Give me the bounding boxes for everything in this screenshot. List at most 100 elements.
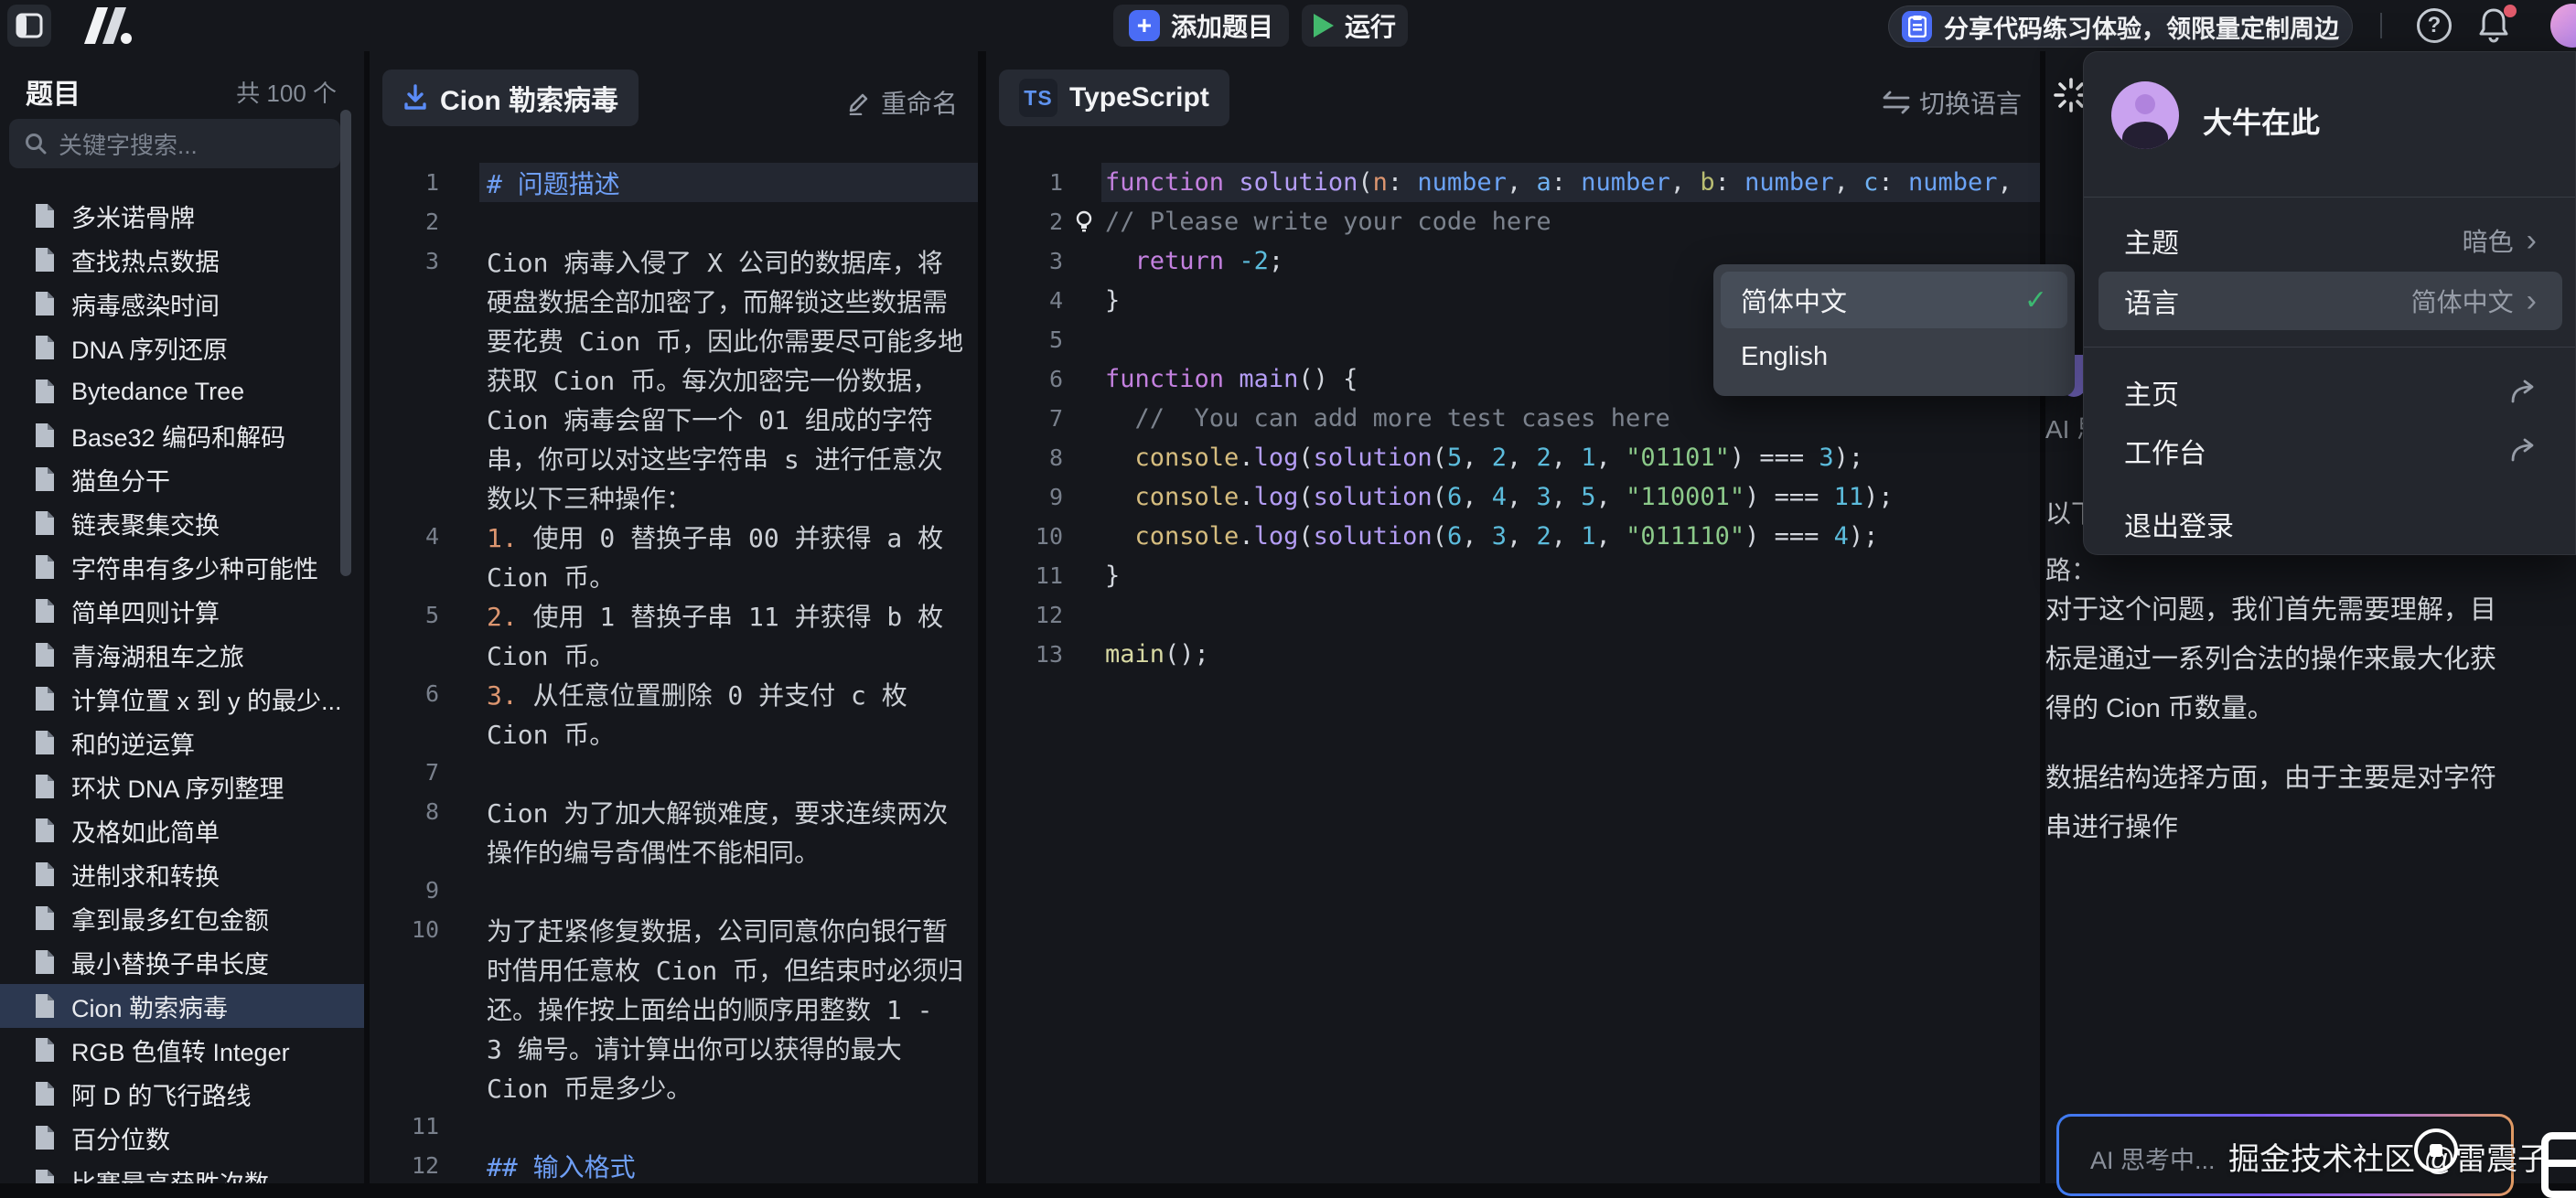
add-problem-button[interactable]: + 添加题目 bbox=[1113, 5, 1289, 47]
sidebar-item[interactable]: RGB 色值转 Integer bbox=[0, 1028, 364, 1072]
line-content: } bbox=[1105, 562, 1120, 590]
sidebar-item[interactable]: 比赛最高获胜次数 bbox=[0, 1160, 364, 1183]
sidebar-scrollbar[interactable] bbox=[340, 110, 351, 576]
sidebar-item[interactable]: 链表聚集交换 bbox=[0, 501, 364, 545]
editor-line[interactable]: 9 console.log(solution(6, 4, 3, 5, "1100… bbox=[986, 477, 2040, 517]
editor-line[interactable]: Cion 币。 bbox=[370, 635, 978, 674]
sidebar-item[interactable]: 多米诺骨牌 bbox=[0, 194, 364, 238]
swap-arrows-icon bbox=[1883, 91, 1910, 114]
sidebar-item[interactable]: DNA 序列还原 bbox=[0, 326, 364, 369]
editor-line[interactable]: 12 bbox=[986, 595, 2040, 635]
search-input[interactable]: 关键字搜索... bbox=[9, 119, 340, 168]
dropdown-option[interactable]: English bbox=[1721, 328, 2067, 385]
sidebar-item[interactable]: 百分位数 bbox=[0, 1116, 364, 1160]
editor-line[interactable]: Cion 币。 bbox=[370, 556, 978, 595]
problem-editor-panel: Cion 勒索病毒 重命名 1# 问题描述23Cion 病毒入侵了 X 公司的数… bbox=[370, 51, 978, 1183]
editor-line[interactable]: 10 console.log(solution(6, 3, 2, 1, "011… bbox=[986, 517, 2040, 556]
sidebar-item[interactable]: 环状 DNA 序列整理 bbox=[0, 765, 364, 808]
switch-language-button[interactable]: 切换语言 bbox=[1883, 84, 2022, 121]
editor-line[interactable]: 8Cion 为了加大解锁难度，要求连续两次 bbox=[370, 792, 978, 831]
menu-item-home[interactable]: 主页 bbox=[2098, 365, 2562, 420]
editor-line[interactable]: 11 bbox=[370, 1107, 978, 1146]
line-content: console.log(solution(5, 2, 2, 1, "01101"… bbox=[1105, 444, 1863, 472]
line-number: 9 bbox=[370, 877, 439, 904]
sidebar-item[interactable]: 和的逆运算 bbox=[0, 721, 364, 765]
problem-editor-body[interactable]: 1# 问题描述23Cion 病毒入侵了 X 公司的数据库，将硬盘数据全部加密了，… bbox=[370, 163, 978, 1183]
line-content: 2. 使用 1 替换子串 11 并获得 b 枚 bbox=[487, 597, 943, 634]
editor-line[interactable]: Cion 币。 bbox=[370, 713, 978, 753]
sidebar-item[interactable]: 字符串有多少种可能性 bbox=[0, 545, 364, 589]
editor-line[interactable]: 7 // You can add more test cases here bbox=[986, 399, 2040, 438]
editor-line[interactable]: 要花费 Cion 币，因此你需要尽可能多地 bbox=[370, 320, 978, 359]
editor-line[interactable]: 11} bbox=[986, 556, 2040, 595]
sidebar-item-label: 简单四则计算 bbox=[71, 594, 220, 629]
editor-line[interactable]: 硬盘数据全部加密了，而解锁这些数据需 bbox=[370, 281, 978, 320]
document-icon bbox=[33, 904, 57, 932]
menu-item-workspace[interactable]: 工作台 bbox=[2098, 423, 2562, 478]
editor-line[interactable]: 操作的编号奇偶性不能相同。 bbox=[370, 831, 978, 871]
problem-tab[interactable]: Cion 勒索病毒 bbox=[382, 70, 639, 126]
editor-line[interactable]: 10为了赶紧修复数据，公司同意你向银行暂 bbox=[370, 910, 978, 949]
problem-header: Cion 勒索病毒 重命名 bbox=[370, 51, 978, 163]
editor-line[interactable]: 41. 使用 0 替换子串 00 并获得 a 枚 bbox=[370, 517, 978, 556]
sidebar-item[interactable]: Cion 勒索病毒 bbox=[0, 984, 364, 1028]
line-content: console.log(solution(6, 3, 2, 1, "011110… bbox=[1105, 522, 1878, 551]
editor-line[interactable]: 2// Please write your code here bbox=[986, 202, 2040, 241]
ai-input-placeholder: AI 思考中... bbox=[2090, 1147, 2216, 1174]
rename-button[interactable]: 重命名 bbox=[846, 84, 958, 121]
user-avatar[interactable] bbox=[2111, 81, 2179, 149]
sidebar-item[interactable]: 简单四则计算 bbox=[0, 589, 364, 633]
sidebar-item[interactable]: 查找热点数据 bbox=[0, 238, 364, 282]
sidebar-item[interactable]: 拿到最多红包金额 bbox=[0, 896, 364, 940]
editor-line[interactable]: 9 bbox=[370, 871, 978, 910]
line-content: Cion 为了加大解锁难度，要求连续两次 bbox=[487, 794, 948, 830]
help-button[interactable]: ? bbox=[2417, 8, 2452, 43]
lightbulb-icon[interactable] bbox=[1074, 209, 1094, 235]
sidebar-item[interactable]: 病毒感染时间 bbox=[0, 282, 364, 326]
sidebar-item[interactable]: Base32 编码和解码 bbox=[0, 413, 364, 457]
document-icon bbox=[33, 729, 57, 756]
sidebar-item[interactable]: 阿 D 的飞行路线 bbox=[0, 1072, 364, 1116]
editor-line[interactable]: 1function solution(n: number, a: number,… bbox=[986, 163, 2040, 202]
sidebar-item[interactable]: 青海湖租车之旅 bbox=[0, 633, 364, 677]
line-number: 4 bbox=[370, 523, 439, 550]
editor-line[interactable]: 63. 从任意位置删除 0 并支付 c 枚 bbox=[370, 674, 978, 713]
dropdown-option[interactable]: 简体中文✓ bbox=[1721, 272, 2067, 328]
sidebar-item[interactable]: 最小替换子串长度 bbox=[0, 940, 364, 984]
editor-line[interactable]: 还。操作按上面给出的顺序用整数 1 - bbox=[370, 989, 978, 1028]
editor-line[interactable]: 3 编号。请计算出你可以获得的最大 bbox=[370, 1028, 978, 1067]
topbar-avatar[interactable] bbox=[2550, 4, 2576, 48]
editor-line[interactable]: 52. 使用 1 替换子串 11 并获得 b 枚 bbox=[370, 595, 978, 635]
editor-line[interactable]: 3Cion 病毒入侵了 X 公司的数据库，将 bbox=[370, 241, 978, 281]
sidebar-collapse-button[interactable] bbox=[7, 5, 51, 47]
sidebar-item[interactable]: 计算位置 x 到 y 的最少... bbox=[0, 677, 364, 721]
editor-line[interactable]: Cion 币是多少。 bbox=[370, 1067, 978, 1107]
sidebar-item[interactable]: Bytedance Tree bbox=[0, 369, 364, 413]
editor-line[interactable]: 13main(); bbox=[986, 635, 2040, 674]
app-logo[interactable] bbox=[79, 7, 134, 44]
notifications-button[interactable] bbox=[2477, 6, 2516, 45]
document-icon bbox=[33, 378, 57, 405]
editor-line[interactable]: 1# 问题描述 bbox=[370, 163, 978, 202]
editor-line[interactable]: 数以下三种操作： bbox=[370, 477, 978, 517]
editor-line[interactable]: 12## 输入格式 bbox=[370, 1146, 978, 1183]
menu-item-theme[interactable]: 主题 暗色› bbox=[2098, 213, 2562, 268]
language-dropdown: 简体中文✓English bbox=[1713, 264, 2075, 396]
menu-item-language[interactable]: 语言 简体中文› bbox=[2098, 272, 2562, 330]
promo-banner[interactable]: 分享代码练习体验，领限量定制周边 bbox=[1888, 5, 2353, 48]
sidebar-item[interactable]: 猫鱼分干 bbox=[0, 457, 364, 501]
editor-line[interactable]: Cion 病毒会留下一个 01 组成的字符 bbox=[370, 399, 978, 438]
language-tab[interactable]: TS TypeScript bbox=[999, 70, 1229, 126]
editor-line[interactable]: 7 bbox=[370, 753, 978, 792]
editor-line[interactable]: 2 bbox=[370, 202, 978, 241]
editor-line[interactable]: 串，你可以对这些字符串 s 进行任意次 bbox=[370, 438, 978, 477]
sidebar-item[interactable]: 及格如此简单 bbox=[0, 808, 364, 852]
editor-line[interactable]: 时借用任意枚 Cion 币，但结束时必须归 bbox=[370, 949, 978, 989]
editor-line[interactable]: 8 console.log(solution(5, 2, 2, 1, "0110… bbox=[986, 438, 2040, 477]
problem-sidebar: 题目 共 100 个 关键字搜索... 多米诺骨牌查找热点数据病毒感染时间DNA… bbox=[0, 51, 364, 1183]
editor-line[interactable]: 获取 Cion 币。每次加密完一份数据， bbox=[370, 359, 978, 399]
sidebar-item-label: 链表聚集交换 bbox=[71, 506, 220, 541]
menu-item-logout[interactable]: 退出登录 bbox=[2098, 497, 2562, 551]
run-button[interactable]: 运行 bbox=[1302, 5, 1408, 47]
sidebar-item[interactable]: 进制求和转换 bbox=[0, 852, 364, 896]
